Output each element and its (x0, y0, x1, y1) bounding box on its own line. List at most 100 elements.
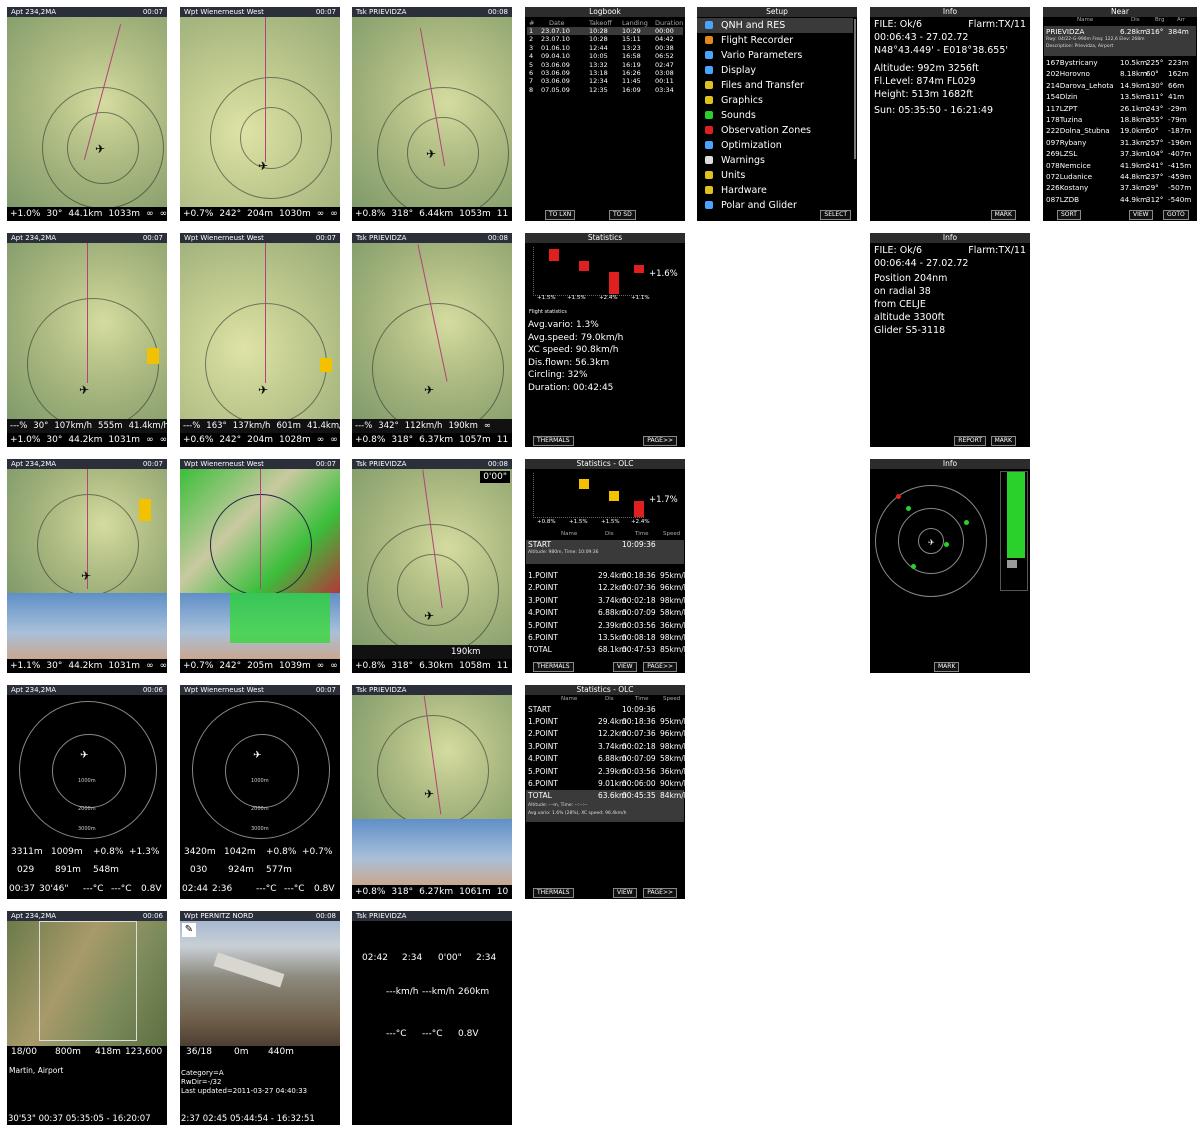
traffic-warning-icon[interactable] (896, 494, 901, 499)
near-row[interactable]: 202Horovno 8.18km 60° 162m (1044, 68, 1196, 79)
map-panel-r1c3[interactable]: Tsk PRIEVIDZA 00:08 ✈ +0.8% 318° 6.44km 1053… (352, 7, 512, 221)
near-row[interactable]: 214Darova_Lehota 14.9km 130° 66m (1044, 80, 1196, 91)
olc-total-row[interactable]: TOTAL 63.6km 00:45:35 84km/h Altitude: -… (526, 790, 685, 822)
mark-button[interactable]: MARK (934, 662, 960, 672)
olc-start-row[interactable]: START 10:09:36 (526, 704, 684, 716)
near-row[interactable]: 087LZDB 44.9km 312° -540m (1044, 194, 1196, 205)
thermals-button[interactable]: THERMALS (533, 662, 574, 672)
report-button[interactable]: REPORT (954, 436, 986, 446)
moving-map[interactable]: ✈ (180, 17, 340, 207)
moving-map[interactable]: ✈ (7, 17, 167, 209)
moving-map[interactable]: ✈ (352, 695, 512, 827)
thermals-button[interactable]: THERMALS (533, 436, 574, 446)
moving-map[interactable]: ✈ (180, 243, 340, 425)
setup-menu-item[interactable]: Sounds (697, 108, 853, 123)
info-panel[interactable]: Info FILE: Ok/6 Flarm:TX/11 00:06:43 - 2… (870, 7, 1030, 221)
setup-menu-item[interactable]: Vario Parameters (697, 48, 853, 63)
traffic-icon[interactable] (906, 506, 911, 511)
near-row[interactable]: 269LZSL 37.3km 104° -407m (1044, 148, 1196, 159)
logbook-row[interactable]: 2 23.07.10 10:28 15:11 04:42 (527, 35, 683, 43)
olc-row[interactable]: 3.POINT3.74km00:02:1898km/h (526, 595, 685, 607)
nav-panel-r4c1[interactable]: Apt 234,2MA 00:06 ✈ 1000m 2000m 3000m 331… (7, 685, 167, 899)
olc-row[interactable]: 6.POINT9.01km00:06:0090km/h (526, 778, 685, 790)
logbook-row[interactable]: 5 03.06.09 13:32 16:19 02:47 (527, 61, 683, 69)
near-row[interactable]: 097Rybany 31.3km 257° -196m (1044, 137, 1196, 148)
airspace-map[interactable] (180, 469, 340, 596)
thermal-radar[interactable]: ✈ 1000m 2000m 3000m (19, 701, 157, 839)
near-row[interactable]: 167Bystricany 10.5km 225° 223m (1044, 57, 1196, 68)
map-panel-r3c1[interactable]: Apt 234,2MA 00:07 ✈ +1.1% 30° 44.2km 1031m ∞ ∞ (7, 459, 167, 673)
near-row[interactable]: 117LZPT 26.1km 243° -29m (1044, 103, 1196, 114)
map-panel-r2c1[interactable]: Apt 234,2MA 00:07 ✈ ---% 30° 107km/h 555m 41.… (7, 233, 167, 447)
info-flarm-panel[interactable]: Info FILE: Ok/6 Flarm:TX/11 00:06:44 - 2… (870, 233, 1030, 447)
task-info-panel[interactable]: Tsk PRIEVIDZA 02:42 2:34 0'00" 2:34 ---k… (352, 911, 512, 1125)
select-button[interactable]: SELECT (820, 210, 851, 220)
setup-menu-item[interactable]: Observation Zones (697, 123, 853, 138)
olc-row[interactable]: 2.POINT12.2km00:07:3696km/h (526, 728, 685, 740)
logbook-row[interactable]: 8 07.05.09 12:35 16:09 03:34 (527, 86, 683, 94)
statistics-panel[interactable]: Statistics +1.6% +1.5% +1.5% +2.4% +1.1%… (525, 233, 685, 447)
logbook-row[interactable]: 6 03.06.09 13:18 16:26 03:08 (527, 69, 683, 77)
setup-menu-item[interactable]: Display (697, 63, 853, 78)
page-next-button[interactable]: PAGE>> (643, 662, 677, 672)
olc-row[interactable]: 1.POINT29.4km00:18:3695km/h (526, 570, 685, 582)
logbook-row[interactable]: 3 01.06.10 12:44 13:23 00:38 (527, 44, 683, 52)
waypoint-info-panel[interactable]: Wpt PERNITZ NORD 00:08 ✎ 36/18 0m 440m Ca… (180, 911, 340, 1125)
olc-row[interactable]: 3.POINT3.74km00:02:1898km/h (526, 741, 685, 753)
olc-statistics-panel[interactable]: Statistics - OLC +1.7% +0.8% +1.5% +1.5%… (525, 459, 685, 673)
page-next-button[interactable]: PAGE>> (643, 888, 677, 898)
olc-row[interactable]: 2.POINT12.2km00:07:3696km/h (526, 582, 685, 594)
olc-list[interactable]: 1.POINT29.4km00:18:3695km/h2.POINT12.2km… (526, 716, 685, 790)
olc-list[interactable]: 1.POINT29.4km00:18:3695km/h2.POINT12.2km… (526, 570, 685, 657)
map-panel-r2c2[interactable]: Wpt Wienerneust West 00:07 ✈ ---% 163° 137k… (180, 233, 340, 447)
map-panel-r2c3[interactable]: Tsk PRIEVIDZA 00:08 ✈ ---% 342° 112km/h 190k… (352, 233, 512, 447)
traffic-icon[interactable] (964, 520, 969, 525)
thermal-radar[interactable]: ✈ 1000m 2000m 3000m (192, 701, 330, 839)
near-row[interactable]: 072Ludanice 44.8km 237° -459m (1044, 171, 1196, 182)
logbook-panel[interactable]: Logbook # Date Takeoff Landing Duration … (525, 7, 685, 221)
moving-map[interactable]: ✈ (7, 243, 167, 430)
scrollbar[interactable] (854, 19, 856, 159)
setup-menu-item[interactable]: Graphics (697, 93, 853, 108)
map-panel-r3c3[interactable]: Tsk PRIEVIDZA 00:08 ✈ 0'00" 190km +0.8% 31… (352, 459, 512, 673)
olc-row[interactable]: 6.POINT13.5km00:08:1898km/h (526, 632, 685, 644)
olc-row[interactable]: 5.POINT2.39km00:03:5636km/h (526, 766, 685, 778)
view-button[interactable]: VIEW (613, 662, 637, 672)
traffic-icon[interactable] (944, 542, 949, 547)
setup-menu-item[interactable]: Flight Recorder (697, 33, 853, 48)
logbook-row[interactable]: 7 03.06.09 12:34 11:45 00:11 (527, 77, 683, 85)
map-panel-r3c2[interactable]: Wpt Wienerneust West 00:07 +0.7% 242° 205m 1… (180, 459, 340, 673)
logbook-row[interactable]: 1 23.07.10 10:28 10:29 00:00 (527, 27, 683, 36)
near-row[interactable]: 078Nemcice 41.9km 241° -415m (1044, 160, 1196, 171)
goto-button[interactable]: GOTO (1163, 210, 1189, 220)
mark-button[interactable]: MARK (990, 210, 1016, 220)
setup-menu-item[interactable]: Warnings (697, 153, 853, 168)
setup-menu-item[interactable]: Files and Transfer (697, 78, 853, 93)
near-list[interactable]: 167Bystricany 10.5km 225° 223m 202Horovno 8.1… (1044, 57, 1196, 205)
nav-panel-r4c2[interactable]: Wpt Wienerneust West 00:07 ✈ 1000m 2000m … (180, 685, 340, 899)
setup-menu-item[interactable]: QNH and RES (697, 18, 853, 33)
map-panel-r1c2[interactable]: Wpt Wienerneust West 00:07 ✈ +0.7% 242° 204… (180, 7, 340, 221)
setup-menu-item[interactable]: Optimization (697, 138, 853, 153)
mark-button[interactable]: MARK (990, 436, 1016, 446)
view-button[interactable]: VIEW (613, 888, 637, 898)
pencil-icon[interactable]: ✎ (182, 923, 196, 937)
near-row[interactable]: 154Dlzin 13.5km 311° 41m (1044, 91, 1196, 102)
logbook-row[interactable]: 4 09.04.10 10:05 16:58 06:52 (527, 52, 683, 60)
olc-row[interactable]: 5.POINT2.39km00:03:5636km/h (526, 620, 685, 632)
moving-map[interactable]: ✈ (7, 469, 167, 596)
flarm-radar[interactable]: ✈ (875, 485, 987, 597)
olc-statistics-panel-2[interactable]: Statistics - OLC Name Dis Time Speed STA… (525, 685, 685, 899)
moving-map[interactable]: ✈ (352, 469, 512, 656)
near-panel[interactable]: Near Name Dis Brg Arr PRIEVIDZA 6.28km 3… (1043, 7, 1197, 221)
airport-info-panel[interactable]: Apt 234,2MA 00:06 18/00 800m 418m 123,600… (7, 911, 167, 1125)
olc-row[interactable]: 4.POINT6.88km00:07:0958km/h (526, 607, 685, 619)
setup-menu[interactable]: QNH and RES Flight Recorder Vario Paramete… (697, 18, 853, 213)
near-row[interactable]: 222Dolna_Stubna 19.0km 50° -187m (1044, 125, 1196, 136)
setup-panel[interactable]: Setup QNH and RES Flight Recorder Vario Pa… (697, 7, 857, 221)
flarm-radar-panel[interactable]: Info ✈ MARK (870, 459, 1030, 673)
to-lxn-button[interactable]: TO LXN (545, 210, 576, 220)
page-next-button[interactable]: PAGE>> (643, 436, 677, 446)
to-sd-button[interactable]: TO SD (609, 210, 636, 220)
olc-row[interactable]: 1.POINT29.4km00:18:3695km/h (526, 716, 685, 728)
